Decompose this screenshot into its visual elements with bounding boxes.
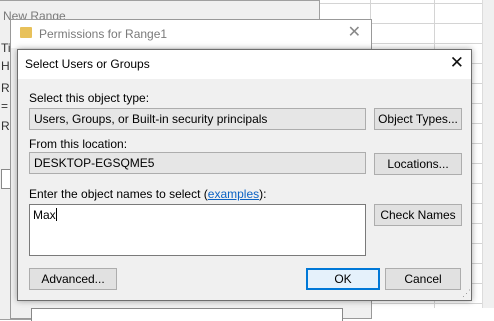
object-names-label: Enter the object names to select (exampl… [29, 187, 266, 201]
text-caret [55, 208, 57, 221]
object-names-input[interactable]: Max [29, 204, 366, 256]
object-types-button[interactable]: Object Types... [374, 108, 462, 130]
location-field: DESKTOP-EGSQME5 [29, 152, 366, 174]
permissions-titlebar: Permissions for Range1 ✕ [11, 20, 371, 48]
range-field-label-refers: R [1, 81, 10, 95]
range-field-label-equals: = [1, 99, 9, 113]
object-type-label: Select this object type: [29, 91, 150, 105]
object-names-value: Max [33, 208, 56, 222]
dialog-title: Select Users or Groups [25, 57, 150, 71]
select-users-dialog: Select Users or Groups ✕ Select this obj… [17, 49, 472, 301]
dialog-titlebar: Select Users or Groups ✕ [18, 50, 471, 79]
object-type-field: Users, Groups, or Built-in security prin… [29, 108, 366, 130]
location-label: From this location: [29, 137, 128, 151]
object-names-label-suffix: ): [259, 187, 267, 201]
folder-icon [20, 27, 32, 38]
object-names-label-prefix: Enter the object names to select ( [29, 187, 208, 201]
range-field-label-h: H [1, 59, 10, 73]
close-icon[interactable]: ✕ [348, 23, 361, 43]
permissions-list-box [31, 308, 343, 321]
vertical-scrollbar[interactable] [482, 0, 494, 308]
permissions-title: Permissions for Range1 [39, 27, 168, 41]
ok-button[interactable]: OK [306, 268, 380, 290]
close-icon[interactable]: ✕ [450, 53, 464, 73]
cancel-button[interactable]: Cancel [385, 268, 461, 290]
locations-button[interactable]: Locations... [374, 153, 462, 175]
examples-link[interactable]: examples [208, 187, 259, 201]
check-names-button[interactable]: Check Names [374, 204, 462, 226]
advanced-button[interactable]: Advanced... [29, 268, 117, 290]
resize-grip-icon[interactable]: ⋰ [462, 288, 472, 298]
